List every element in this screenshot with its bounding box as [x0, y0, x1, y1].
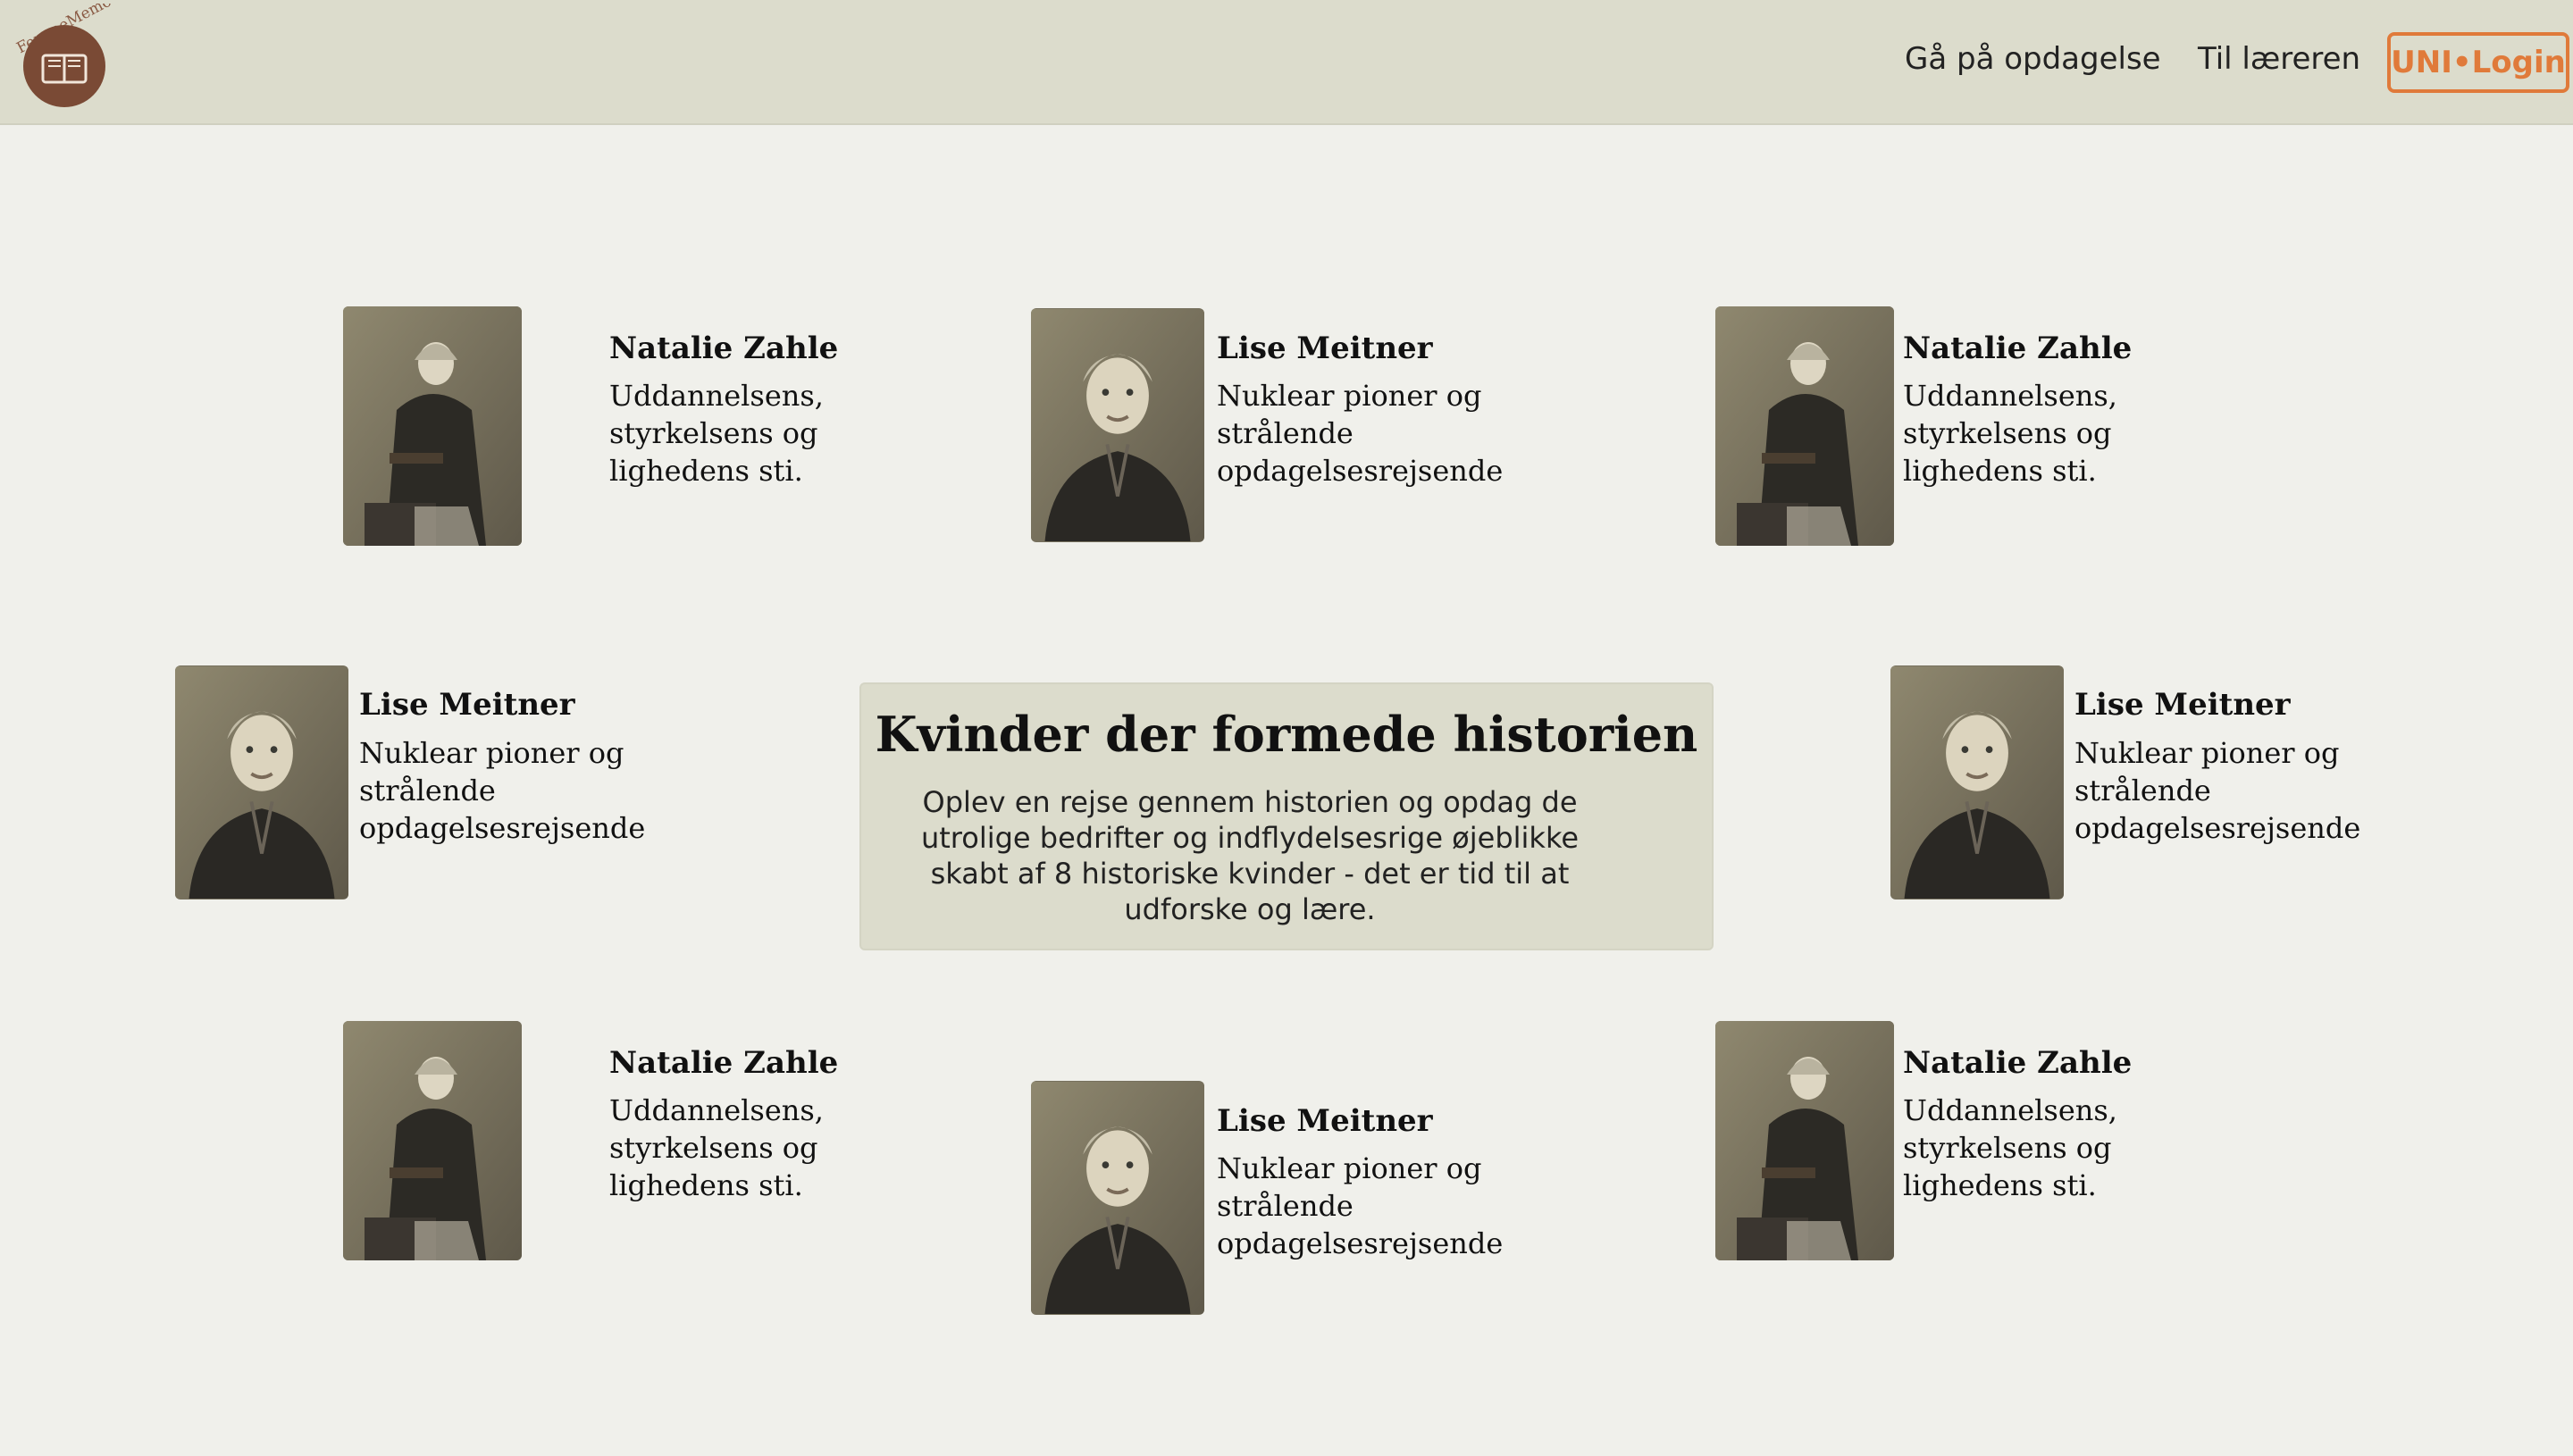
portrait-image	[1715, 306, 1894, 546]
portrait-image	[1031, 1081, 1204, 1315]
portrait-image	[1031, 308, 1204, 542]
hero-text: Oplev en rejse gennem historien og opdag…	[920, 785, 1580, 926]
woman-name: Natalie Zahle	[1903, 1045, 2133, 1081]
hero-box: Kvinder der formede historien Oplev en r…	[859, 682, 1714, 950]
woman-description: Uddannelsens, styrkelsens og lighedens s…	[609, 1093, 824, 1202]
portrait-image	[343, 306, 522, 546]
hero-title: Kvinder der formede historien	[875, 706, 1698, 763]
nav-link-teacher[interactable]: Til læreren	[2198, 41, 2360, 77]
femmememo-logo[interactable]: FemmeMemo	[7, 0, 122, 118]
woman-name: Lise Meitner	[1217, 1103, 1433, 1139]
portrait-image	[175, 665, 348, 900]
woman-name: Natalie Zahle	[609, 1045, 839, 1081]
woman-description: Uddannelsens, styrkelsens og lighedens s…	[1903, 379, 2117, 488]
woman-name: Lise Meitner	[1217, 331, 1433, 366]
woman-description: Nuklear pioner og strålende opdagelsesre…	[1217, 379, 1504, 488]
woman-description: Uddannelsens, styrkelsens og lighedens s…	[1903, 1093, 2117, 1202]
top-navigation-bar: FemmeMemo Gå på opdagelse Til læreren UN…	[0, 0, 2573, 125]
portrait-image	[1715, 1021, 1894, 1260]
uni-login-button[interactable]: UNI•Login	[2387, 32, 2569, 93]
woman-name: Lise Meitner	[2074, 687, 2291, 723]
woman-description: Nuklear pioner og strålende opdagelsesre…	[2074, 736, 2361, 845]
woman-name: Natalie Zahle	[609, 331, 839, 366]
woman-description: Uddannelsens, styrkelsens og lighedens s…	[609, 379, 824, 488]
woman-name: Lise Meitner	[359, 687, 575, 723]
nav-link-explore[interactable]: Gå på opdagelse	[1905, 41, 2161, 77]
woman-name: Natalie Zahle	[1903, 331, 2133, 366]
portrait-image	[343, 1021, 522, 1260]
woman-description: Nuklear pioner og strålende opdagelsesre…	[359, 736, 646, 845]
portrait-image	[1890, 665, 2064, 900]
woman-description: Nuklear pioner og strålende opdagelsesre…	[1217, 1151, 1504, 1260]
